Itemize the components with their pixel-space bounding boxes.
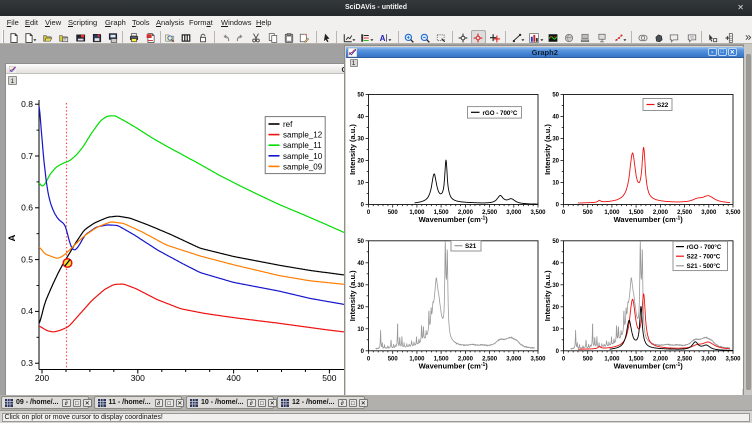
svg-text:S22: S22 bbox=[657, 102, 669, 109]
svg-text:3,000: 3,000 bbox=[506, 356, 522, 362]
svg-text:Wavenumber (cm-1): Wavenumber (cm-1) bbox=[614, 361, 684, 370]
svg-text:500: 500 bbox=[388, 356, 399, 362]
svg-text:50: 50 bbox=[357, 239, 364, 245]
svg-text:0.7: 0.7 bbox=[21, 151, 33, 161]
svg-text:10: 10 bbox=[552, 180, 559, 186]
svg-text:S21: S21 bbox=[465, 243, 477, 250]
svg-text:rGO - 700°C: rGO - 700°C bbox=[483, 109, 518, 116]
svg-text:Wavenumber (cm-1): Wavenumber (cm-1) bbox=[419, 361, 489, 370]
svg-text:40: 40 bbox=[357, 114, 364, 120]
svg-text:20: 20 bbox=[552, 305, 559, 311]
svg-text:sample_09: sample_09 bbox=[283, 162, 323, 171]
svg-text:Wavenumber (cm-1): Wavenumber (cm-1) bbox=[419, 215, 489, 224]
svg-text:500: 500 bbox=[322, 373, 336, 383]
svg-text:3,500: 3,500 bbox=[530, 210, 546, 216]
svg-text:sample_10: sample_10 bbox=[283, 152, 323, 161]
svg-text:10: 10 bbox=[357, 180, 364, 186]
svg-text:3,500: 3,500 bbox=[725, 356, 741, 362]
svg-text:A: A bbox=[7, 234, 18, 241]
svg-text:Intensity (a.u.): Intensity (a.u.) bbox=[348, 269, 357, 320]
svg-text:Intensity (a.u.): Intensity (a.u.) bbox=[348, 123, 357, 174]
svg-text:3,000: 3,000 bbox=[701, 356, 717, 362]
svg-text:40: 40 bbox=[357, 261, 364, 267]
svg-text:sample_12: sample_12 bbox=[283, 131, 323, 140]
svg-text:3,500: 3,500 bbox=[725, 210, 741, 216]
svg-text:rGO - 700°C: rGO - 700°C bbox=[687, 244, 722, 251]
svg-text:500: 500 bbox=[583, 210, 594, 216]
svg-text:30: 30 bbox=[357, 283, 364, 289]
svg-text:30: 30 bbox=[552, 283, 559, 289]
svg-text:Intensity (a.u.): Intensity (a.u.) bbox=[543, 269, 552, 320]
svg-text:10: 10 bbox=[552, 327, 559, 333]
svg-text:300: 300 bbox=[130, 373, 144, 383]
svg-text:3,000: 3,000 bbox=[506, 210, 522, 216]
svg-text:20: 20 bbox=[552, 158, 559, 164]
svg-text:0.5: 0.5 bbox=[21, 254, 33, 264]
svg-text:40: 40 bbox=[552, 261, 559, 267]
svg-text:Intensity (a.u.): Intensity (a.u.) bbox=[543, 123, 552, 174]
svg-text:400: 400 bbox=[226, 373, 240, 383]
svg-text:50: 50 bbox=[552, 92, 559, 98]
svg-text:3,500: 3,500 bbox=[530, 356, 546, 362]
svg-text:30: 30 bbox=[552, 136, 559, 142]
svg-text:Wavenumber (cm-1): Wavenumber (cm-1) bbox=[614, 215, 684, 224]
svg-text:10: 10 bbox=[357, 327, 364, 333]
svg-text:30: 30 bbox=[357, 136, 364, 142]
svg-text:A: A bbox=[379, 34, 385, 43]
svg-text:S21 - 500°C: S21 - 500°C bbox=[687, 263, 721, 270]
svg-text:50: 50 bbox=[357, 92, 364, 98]
svg-text:3,000: 3,000 bbox=[701, 210, 717, 216]
svg-text:0.8: 0.8 bbox=[21, 99, 33, 109]
svg-text:20: 20 bbox=[357, 305, 364, 311]
svg-text:50: 50 bbox=[552, 239, 559, 245]
svg-text:500: 500 bbox=[583, 356, 594, 362]
svg-text:200: 200 bbox=[34, 373, 48, 383]
svg-text:0.3: 0.3 bbox=[21, 358, 33, 368]
svg-text:20: 20 bbox=[357, 158, 364, 164]
svg-text:500: 500 bbox=[388, 210, 399, 216]
svg-text:S22 - 700°C: S22 - 700°C bbox=[687, 253, 721, 260]
svg-text:0.4: 0.4 bbox=[21, 306, 33, 316]
svg-text:ref: ref bbox=[283, 120, 293, 129]
svg-text:40: 40 bbox=[552, 114, 559, 120]
svg-text:sample_11: sample_11 bbox=[283, 141, 322, 150]
svg-text:0.6: 0.6 bbox=[21, 203, 33, 213]
